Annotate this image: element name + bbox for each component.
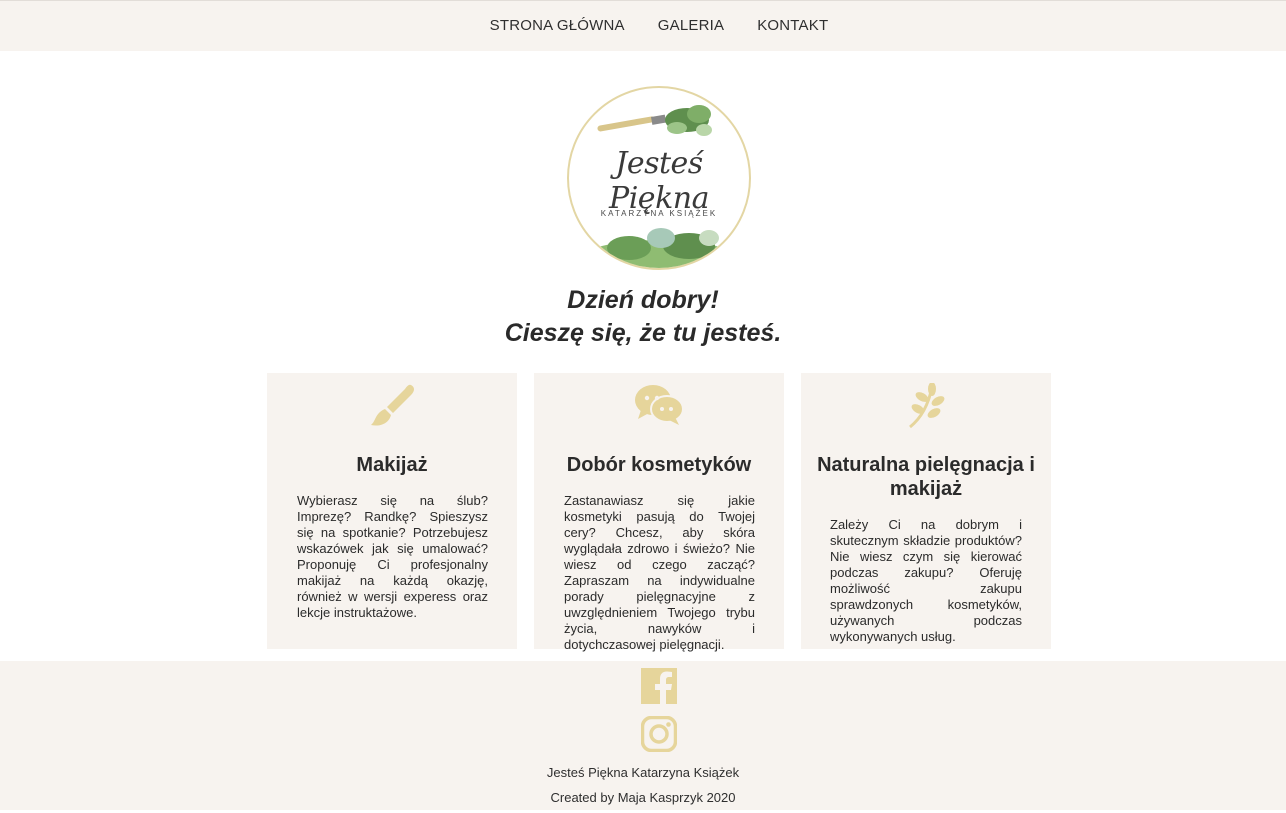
main-nav: STRONA GŁÓWNA GALERIA KONTAKT	[490, 17, 829, 34]
instagram-icon[interactable]	[640, 715, 678, 757]
greeting-line-1: Dzień dobry!	[567, 286, 719, 314]
card-title-cosmetics: Dobór kosmetyków	[566, 454, 752, 476]
footer: Jesteś Piękna Katarzyna Książek Created …	[0, 661, 1286, 810]
footer-credit: Created by Maja Kasprzyk 2020	[550, 790, 736, 805]
service-card-makeup: Makijaż Wybierasz się na ślub? Imprezę? …	[267, 373, 517, 649]
top-navigation-bar: STRONA GŁÓWNA GALERIA KONTAKT	[0, 0, 1286, 51]
card-text-natural-care: Zależy Ci na dobrym i skutecznym składzi…	[830, 517, 1022, 644]
nav-link-contact[interactable]: KONTAKT	[757, 17, 828, 34]
nav-link-gallery[interactable]: GALERIA	[658, 17, 724, 34]
card-title-makeup: Makijaż	[356, 454, 428, 476]
card-text-makeup: Wybierasz się na ślub? Imprezę? Randkę? …	[297, 493, 488, 620]
service-card-cosmetics: Dobór kosmetyków Zastanawiasz się jakie …	[534, 373, 784, 652]
service-card-natural-care: Naturalna pielęgnacja i makijaż Zależy C…	[801, 373, 1051, 649]
logo-subtitle: KATARZYNA KSIĄŻEK	[600, 209, 718, 218]
nav-link-home[interactable]: STRONA GŁÓWNA	[490, 17, 625, 34]
greeting-heading: Dzień dobry! Cieszę się, że tu jesteś.	[0, 284, 1286, 350]
greeting-line-2: Cieszę się, że tu jesteś.	[504, 319, 782, 347]
leaf-branch-icon	[801, 383, 1051, 429]
footer-business-name: Jesteś Piękna Katarzyna Książek	[546, 765, 740, 780]
card-title-natural-care: Naturalna pielęgnacja i makijaż	[817, 454, 1035, 500]
chat-bubbles-icon	[534, 383, 784, 427]
card-text-cosmetics: Zastanawiasz się jakie kosmetyki pasują …	[564, 493, 755, 652]
facebook-icon[interactable]	[641, 668, 677, 709]
paintbrush-icon	[267, 383, 517, 429]
logo-script-text: Jesteś Piękna	[609, 146, 709, 216]
brand-logo: Jesteś Piękna KATARZYNA KSIĄŻEK	[567, 86, 751, 270]
